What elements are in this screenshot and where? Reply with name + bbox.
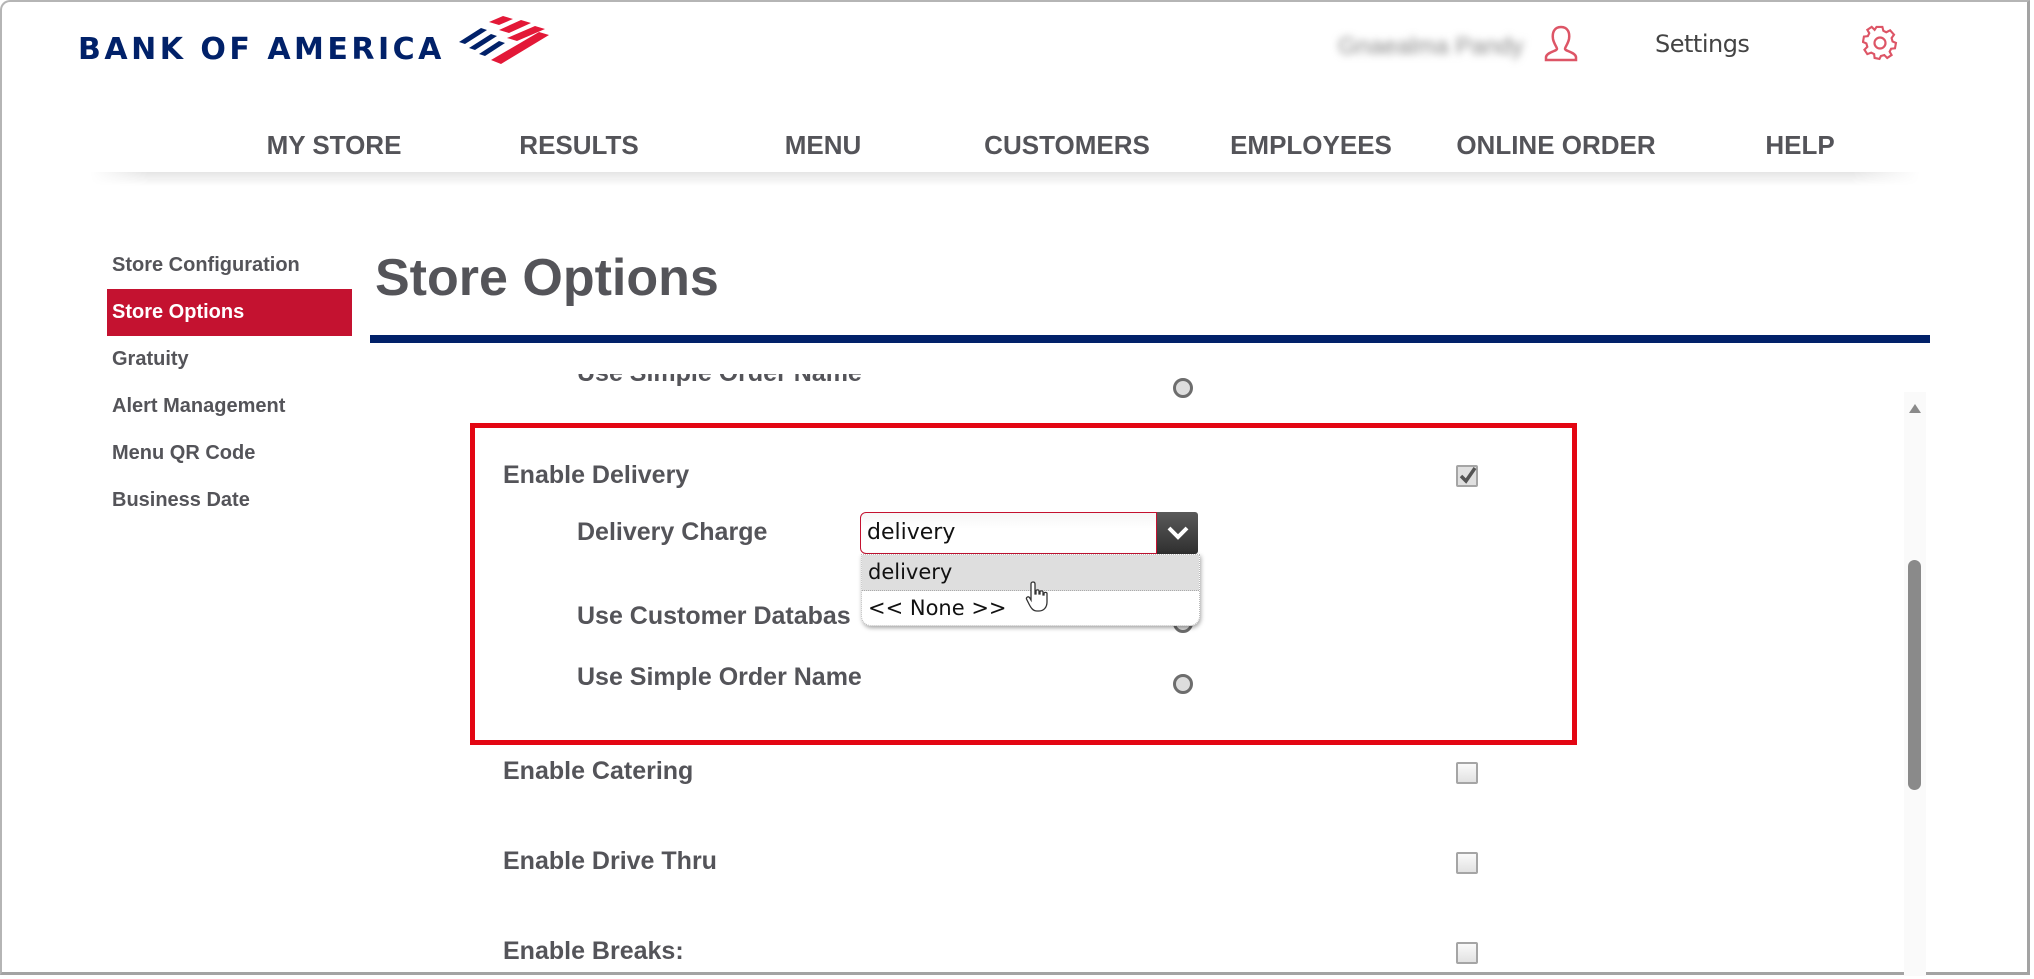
page-title: Store Options	[375, 249, 719, 307]
option-label-delivery-charge: Delivery Charge	[577, 518, 768, 546]
flag-logo-icon	[458, 16, 549, 64]
gear-icon[interactable]	[1862, 25, 1898, 61]
nav-my-store[interactable]: MY STORE	[267, 130, 402, 161]
settings-link[interactable]: Settings	[1655, 30, 1750, 58]
radio-use-simple-order-name[interactable]	[1173, 674, 1193, 694]
sidebar-item-store-configuration[interactable]: Store Configuration	[107, 242, 352, 289]
user-icon[interactable]	[1542, 24, 1580, 62]
option-label-enable-catering: Enable Catering	[503, 757, 694, 785]
nav-online-order[interactable]: ONLINE ORDER	[1456, 130, 1655, 161]
scroll-up-arrow-icon[interactable]	[1909, 404, 1921, 413]
sidebar-item-store-options[interactable]: Store Options	[107, 289, 352, 336]
checkbox-enable-delivery[interactable]	[1456, 465, 1478, 487]
sidebar: Store Configuration Store Options Gratui…	[107, 242, 352, 524]
delivery-charge-dropdown-button[interactable]	[1157, 512, 1198, 554]
option-label-enable-delivery: Enable Delivery	[503, 461, 690, 489]
options-scrollbar[interactable]	[1904, 392, 1926, 976]
option-label-enable-drive-thru: Enable Drive Thru	[503, 847, 717, 875]
hand-cursor-icon	[1025, 581, 1048, 612]
option-label-use-simple-order-name: Use Simple Order Name	[577, 663, 862, 691]
option-label-enable-breaks: Enable Breaks:	[503, 937, 684, 965]
options-scroll-area: Use Simple Order Name Enable Delivery De…	[370, 374, 1930, 976]
checkbox-enable-catering[interactable]	[1456, 762, 1478, 784]
checkmark-icon	[1459, 467, 1477, 484]
scrollbar-thumb[interactable]	[1908, 560, 1921, 790]
title-divider	[370, 335, 1930, 343]
main-nav: MY STORE RESULTS MENU CUSTOMERS EMPLOYEE…	[90, 130, 1920, 172]
radio-simple-order-name-previous[interactable]	[1173, 378, 1193, 398]
nav-help[interactable]: HELP	[1765, 130, 1834, 161]
option-label-simple-order-name-previous: Use Simple Order Name	[577, 374, 862, 388]
chevron-down-icon	[1167, 526, 1188, 540]
sidebar-item-alert-management[interactable]: Alert Management	[107, 383, 352, 430]
sidebar-item-gratuity[interactable]: Gratuity	[107, 336, 352, 383]
bank-of-america-logo[interactable]: BANK OF AMERICA	[78, 16, 551, 67]
user-name[interactable]: Gnaealma Pandy	[1338, 33, 1523, 61]
checkbox-enable-breaks[interactable]	[1456, 942, 1478, 964]
sidebar-item-menu-qr-code[interactable]: Menu QR Code	[107, 430, 352, 477]
nav-results[interactable]: RESULTS	[519, 130, 638, 161]
option-label-use-customer-database: Use Customer Databas	[577, 602, 851, 630]
logo-text: BANK OF AMERICA	[78, 32, 445, 67]
nav-employees[interactable]: EMPLOYEES	[1230, 130, 1392, 161]
nav-menu[interactable]: MENU	[785, 130, 862, 161]
checkbox-enable-drive-thru[interactable]	[1456, 852, 1478, 874]
sidebar-item-business-date[interactable]: Business Date	[107, 477, 352, 524]
nav-shadow	[90, 172, 1920, 186]
nav-customers[interactable]: CUSTOMERS	[984, 130, 1150, 161]
delivery-charge-select[interactable]: delivery	[860, 512, 1157, 554]
